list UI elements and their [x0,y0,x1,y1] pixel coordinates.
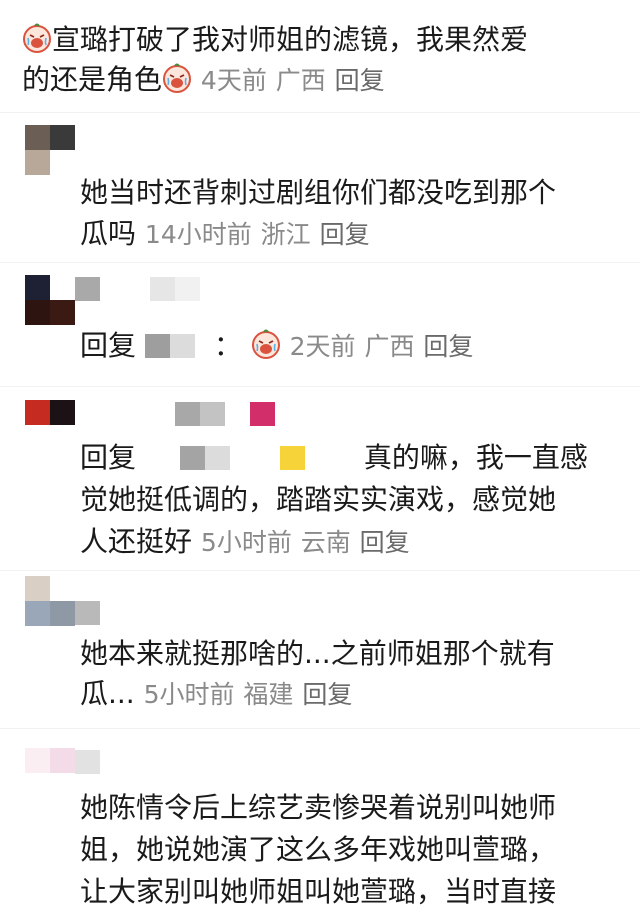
comment-3-location: 广西 [364,332,415,361]
comment-4-prefix: 回复 [80,441,137,474]
avatar[interactable] [25,576,75,626]
comment-2-location: 浙江 [260,220,311,249]
comment-3-prefix: 回复 [80,329,137,362]
comment-1-location: 广西 [275,66,326,95]
comment-5-text-2: 瓜... [80,677,135,710]
comment-4-time: 5小时前 [200,528,292,557]
comment-6-text-3: 让大家别叫她师姐叫她萱璐，当时直接 [80,875,557,908]
comment-6-text-2: 姐，她说她演了这么多年戏她叫萱璐， [80,833,557,866]
comment-4-line-1: 回复 真的嘛，我一直感 [80,440,588,476]
avatar[interactable] [25,125,75,175]
mentioned-username-blurred[interactable] [144,334,205,358]
comment-3-colon: ： [213,329,242,362]
comment-1-time: 4天前 [200,66,267,95]
divider [0,262,640,263]
username-blurred[interactable] [175,402,285,426]
username-blurred[interactable] [75,277,205,301]
comment-2-line-1: 她当时还背刺过剧组你们都没吃到那个 [80,175,556,211]
comment-5-text-1: 她本来就挺那啥的...之前师姐那个就有 [80,637,555,670]
comment-1-text-2: 的还是角色 [22,63,163,96]
comment-4-line-2: 觉她挺低调的，踏踏实实演戏，感觉她 [80,482,556,518]
comment-1-line-1: 宣璐打破了我对师姐的滤镜，我果然爱 [22,22,528,58]
comment-3-line-1: 回复 ： 2天前 广西 回复 [80,328,473,365]
divider [0,112,640,113]
comment-5-location: 福建 [243,680,294,709]
comment-6-line-3: 让大家别叫她师姐叫她萱璐，当时直接 [80,874,556,910]
comment-5-time: 5小时前 [143,680,235,709]
avatar[interactable] [25,275,75,325]
username-blurred[interactable] [75,601,100,625]
comment-4-line-3: 人还挺好 5小时前 云南 回复 [80,524,410,561]
comment-1-line-2: 的还是角色 4天前 广西 回复 [22,62,385,99]
comment-2-reply-button[interactable]: 回复 [320,220,370,249]
comment-2-line-2: 瓜吗 14小时前 浙江 回复 [80,216,370,253]
comment-1-reply-button[interactable]: 回复 [335,66,385,95]
divider [0,570,640,571]
mentioned-username-blurred[interactable] [145,446,355,470]
comment-1-text-1: 宣璐打破了我对师姐的滤镜，我果然爱 [52,23,529,56]
comment-6-text-1: 她陈情令后上综艺卖惨哭着说别叫她师 [80,791,557,824]
username-blurred[interactable] [75,750,100,774]
divider [0,386,640,387]
comment-5-line-1: 她本来就挺那啥的...之前师姐那个就有 [80,636,555,672]
comment-4-text-2: 觉她挺低调的，踏踏实实演戏，感觉她 [80,483,557,516]
crying-face-emoji-icon [251,329,281,359]
avatar[interactable] [25,400,75,450]
comment-4-reply-button[interactable]: 回复 [360,528,410,557]
comment-4-location: 云南 [300,528,351,557]
comment-5-reply-button[interactable]: 回复 [302,680,352,709]
comment-3-time: 2天前 [289,332,356,361]
crying-face-emoji-icon [162,63,192,93]
comment-5-line-2: 瓜... 5小时前 福建 回复 [80,676,352,713]
comment-3-reply-button[interactable]: 回复 [423,332,473,361]
divider [0,728,640,729]
comment-6-line-2: 姐，她说她演了这么多年戏她叫萱璐， [80,832,556,868]
comment-4-text-1: 真的嘛，我一直感 [363,441,588,474]
crying-face-emoji-icon [22,23,52,53]
comment-4-text-3: 人还挺好 [80,525,193,558]
comment-2-time: 14小时前 [144,220,252,249]
comment-2-text-2: 瓜吗 [80,217,137,250]
comment-6-line-1: 她陈情令后上综艺卖惨哭着说别叫她师 [80,790,556,826]
avatar[interactable] [25,748,75,798]
comment-2-text-1: 她当时还背刺过剧组你们都没吃到那个 [80,176,557,209]
